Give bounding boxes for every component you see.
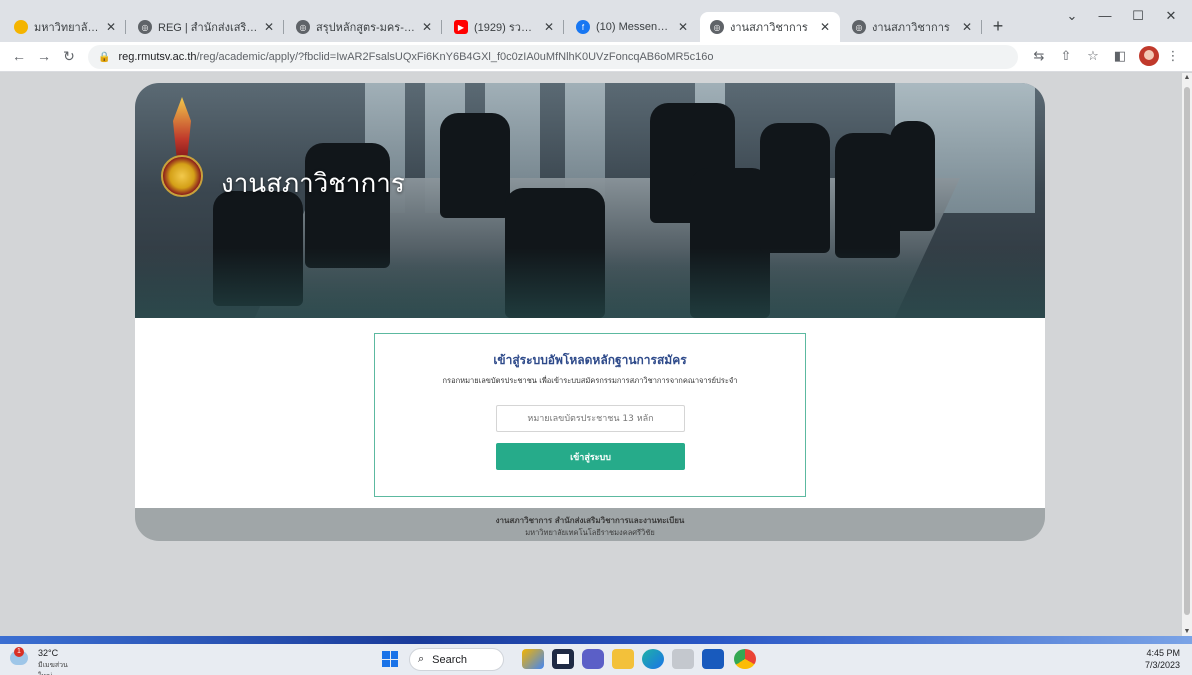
footer-line-1: งานสภาวิชาการ สำนักส่งเสริมวิชาการและงาน… xyxy=(495,516,685,525)
url-host: reg.rmutsv.ac.th xyxy=(118,51,197,63)
lock-icon[interactable]: 🔒 xyxy=(98,52,110,63)
university-favicon-icon xyxy=(14,20,28,34)
file-explorer-icon[interactable] xyxy=(612,649,634,669)
globe-icon: ◎ xyxy=(710,20,724,34)
widgets-app-icon[interactable] xyxy=(522,649,544,669)
close-tab-icon[interactable]: ✕ xyxy=(818,20,832,34)
close-tab-icon[interactable]: ✕ xyxy=(262,20,276,34)
taskbar-search-label: Search xyxy=(432,653,468,666)
tab-search-chevron-icon[interactable]: ⌄ xyxy=(1057,8,1087,24)
menu-kebab-icon[interactable]: ⋮ xyxy=(1164,48,1182,64)
windows-taskbar: 1 32°C มีเมฆส่วนใหญ่ ⌕ Search 4:45 PM 7/… xyxy=(0,644,1192,675)
browser-tab[interactable]: f (10) Messenger | Faceb ✕ xyxy=(566,14,698,40)
page-viewport: งานสภาวิชาการ เข้าสู่ระบบอัพโหลดหลักฐานก… xyxy=(0,73,1182,636)
university-emblem-logo xyxy=(159,97,205,207)
globe-icon: ◎ xyxy=(852,20,866,34)
scrollbar-thumb[interactable] xyxy=(1184,87,1190,615)
globe-icon: ◎ xyxy=(296,20,310,34)
forward-button[interactable]: → xyxy=(35,48,53,64)
close-tab-icon[interactable]: ✕ xyxy=(104,20,118,34)
browser-tab[interactable]: ◎ REG | สำนักส่งเสริมวิชาการ ✕ xyxy=(128,14,284,40)
profile-avatar[interactable] xyxy=(1139,46,1159,66)
tab-title: (1929) รวมเพลงฮิตในTik xyxy=(474,22,538,34)
globe-icon: ◎ xyxy=(138,20,152,34)
card-subtitle: กรอกหมายเลขบัตรประชาชน เพื่อเข้าระบบสมัค… xyxy=(442,376,738,385)
taskbar-search[interactable]: ⌕ Search xyxy=(409,648,504,671)
page-container: งานสภาวิชาการ เข้าสู่ระบบอัพโหลดหลักฐานก… xyxy=(135,83,1045,541)
browser-tab-strip: มหาวิทยาลัยเทคโนโลยีราช ✕ ◎ REG | สำนักส… xyxy=(0,0,1192,42)
tab-title: งานสภาวิชาการ xyxy=(730,22,808,34)
browser-tab[interactable]: ◎ งานสภาวิชาการ ✕ xyxy=(842,14,982,40)
site-title: งานสภาวิชาการ xyxy=(221,169,405,199)
back-button[interactable]: ← xyxy=(10,48,28,64)
notification-badge: 1 xyxy=(14,647,24,657)
scroll-up-arrow-icon[interactable]: ▲ xyxy=(1182,74,1192,81)
new-tab-button[interactable]: + xyxy=(987,14,1009,40)
clock-date: 7/3/2023 xyxy=(1144,660,1180,670)
close-window-button[interactable]: ✕ xyxy=(1156,8,1186,24)
share-icon[interactable]: ⇧ xyxy=(1057,48,1075,64)
start-windows-icon[interactable] xyxy=(382,651,398,667)
close-tab-icon[interactable]: ✕ xyxy=(542,20,556,34)
edge-browser-icon[interactable] xyxy=(642,649,664,669)
desktop-wallpaper xyxy=(0,636,1192,644)
tab-title: สรุปหลักสูตร-มคร-ศรีวิชัย xyxy=(316,22,416,34)
minimize-button[interactable]: — xyxy=(1090,8,1120,23)
chrome-app-icon[interactable] xyxy=(734,649,756,669)
close-tab-icon[interactable]: ✕ xyxy=(676,20,690,34)
tab-title: REG | สำนักส่งเสริมวิชาการ xyxy=(158,22,258,34)
browser-tab[interactable]: ▶ (1929) รวมเพลงฮิตในTik ✕ xyxy=(444,14,564,40)
address-bar[interactable]: 🔒 reg.rmutsv.ac.th/reg/academic/apply/?f… xyxy=(88,45,1018,69)
youtube-icon: ▶ xyxy=(454,20,468,34)
reload-button[interactable]: ↻ xyxy=(60,48,78,65)
browser-tab-active[interactable]: ◎ งานสภาวิชาการ ✕ xyxy=(700,12,840,42)
facebook-icon: f xyxy=(576,20,590,34)
side-panel-icon[interactable]: ◧ xyxy=(1111,48,1129,64)
word-app-icon[interactable] xyxy=(702,649,724,669)
card-title: เข้าสู่ระบบอัพโหลดหลักฐานการสมัคร xyxy=(493,353,687,367)
login-card: เข้าสู่ระบบอัพโหลดหลักฐานการสมัคร กรอกหม… xyxy=(374,333,806,497)
page-footer: งานสภาวิชาการ สำนักส่งเสริมวิชาการและงาน… xyxy=(135,508,1045,541)
weather-temperature: 32°C xyxy=(38,648,59,658)
citizen-id-input[interactable] xyxy=(496,405,685,432)
store-app-icon[interactable] xyxy=(672,649,694,669)
login-button[interactable]: เข้าสู่ระบบ xyxy=(496,443,685,470)
content-area: เข้าสู่ระบบอัพโหลดหลักฐานการสมัคร กรอกหม… xyxy=(135,318,1045,508)
bookmark-star-icon[interactable]: ☆ xyxy=(1084,48,1102,64)
header-banner: งานสภาวิชาการ xyxy=(135,83,1045,318)
url-path: /reg/academic/apply/?fbclid=IwAR2FsalsUQ… xyxy=(196,51,714,63)
translate-icon[interactable]: ⇆ xyxy=(1030,48,1048,64)
teams-chat-icon[interactable] xyxy=(582,649,604,669)
system-clock[interactable]: 4:45 PM 7/3/2023 xyxy=(1145,647,1180,671)
tab-title: (10) Messenger | Faceb xyxy=(596,21,672,33)
weather-condition: มีเมฆส่วนใหญ่ xyxy=(38,662,68,675)
clock-time: 4:45 PM xyxy=(1146,648,1180,658)
browser-tab[interactable]: มหาวิทยาลัยเทคโนโลยีราช ✕ xyxy=(4,14,126,40)
close-tab-icon[interactable]: ✕ xyxy=(960,20,974,34)
task-view-icon[interactable] xyxy=(552,649,574,669)
footer-line-2: มหาวิทยาลัยเทคโนโลยีราชมงคลศรีวิชัย xyxy=(525,528,655,537)
tab-title: งานสภาวิชาการ xyxy=(872,22,950,34)
browser-tab[interactable]: ◎ สรุปหลักสูตร-มคร-ศรีวิชัย ✕ xyxy=(286,14,442,40)
search-icon: ⌕ xyxy=(418,653,425,665)
tab-title: มหาวิทยาลัยเทคโนโลยีราช xyxy=(34,22,100,34)
weather-widget[interactable]: 1 32°C มีเมฆส่วนใหญ่ xyxy=(10,647,80,675)
close-tab-icon[interactable]: ✕ xyxy=(420,20,434,34)
page-scrollbar[interactable]: ▲ ▼ xyxy=(1182,73,1192,636)
maximize-button[interactable]: ☐ xyxy=(1123,8,1153,24)
browser-toolbar: ← → ↻ 🔒 reg.rmutsv.ac.th/reg/academic/ap… xyxy=(0,42,1192,72)
scroll-down-arrow-icon[interactable]: ▼ xyxy=(1182,628,1192,635)
